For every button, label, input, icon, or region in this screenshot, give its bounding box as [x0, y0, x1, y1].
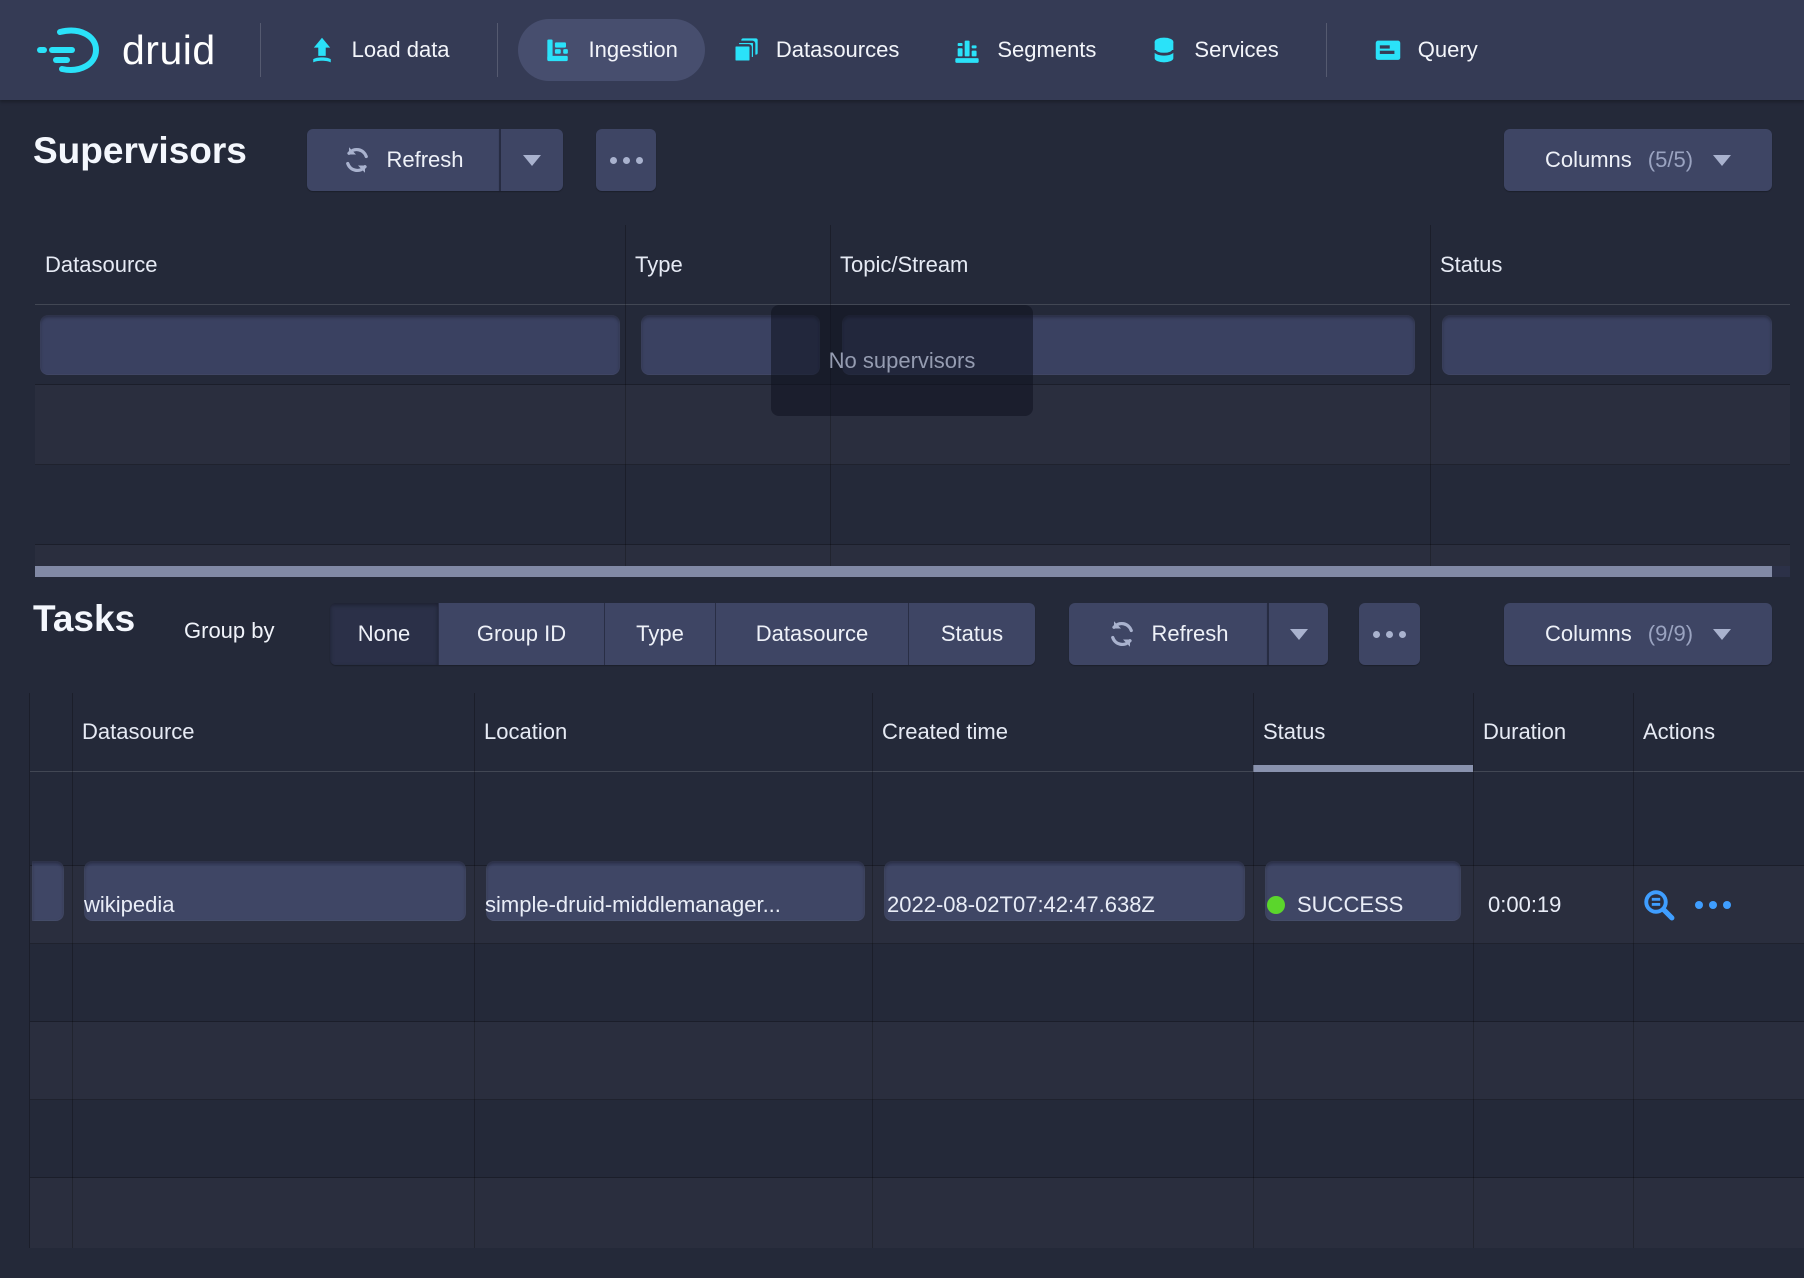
- column-header-duration[interactable]: Duration: [1473, 693, 1633, 771]
- services-icon: [1150, 36, 1178, 64]
- supervisors-refresh-split-button: Refresh: [307, 129, 563, 191]
- nav-item-label: Load data: [352, 37, 450, 63]
- nav-item-label: Datasources: [776, 37, 900, 63]
- chevron-down-icon: [1713, 155, 1731, 166]
- column-header-datasource[interactable]: Datasource: [72, 693, 474, 771]
- columns-count: (9/9): [1648, 621, 1693, 647]
- column-header-datasource[interactable]: Datasource: [35, 225, 625, 304]
- tasks-more-button[interactable]: [1359, 603, 1420, 665]
- columns-label: Columns: [1545, 621, 1632, 647]
- nav-divider: [1326, 23, 1327, 77]
- filter-input-status[interactable]: [1442, 315, 1772, 375]
- task-datasource: wikipedia: [84, 866, 464, 943]
- column-header-status[interactable]: Status: [1253, 693, 1473, 771]
- refresh-dropdown-button[interactable]: [1267, 603, 1328, 665]
- group-by-status-button[interactable]: Status: [908, 603, 1035, 665]
- no-supervisors-message: No supervisors: [771, 305, 1033, 416]
- segments-icon: [953, 36, 981, 64]
- filter-input-datasource[interactable]: [40, 315, 620, 375]
- group-by-group-id-button[interactable]: Group ID: [438, 603, 604, 665]
- nav-item-label: Query: [1418, 37, 1478, 63]
- refresh-icon: [1107, 619, 1137, 649]
- column-header-location[interactable]: Location: [474, 693, 872, 771]
- empty-table-row: [30, 1022, 1804, 1100]
- status-success-dot: [1267, 896, 1285, 914]
- logo-wordmark: druid: [122, 27, 216, 74]
- tasks-columns-button[interactable]: Columns (9/9): [1504, 603, 1772, 665]
- status-label: SUCCESS: [1297, 892, 1403, 918]
- group-by-label: Group by: [184, 618, 275, 644]
- empty-table-row: [30, 1100, 1804, 1178]
- supervisors-columns-button[interactable]: Columns (5/5): [1504, 129, 1772, 191]
- nav-item-label: Services: [1194, 37, 1278, 63]
- task-detail-magnifier-icon[interactable]: [1641, 887, 1677, 923]
- task-status: SUCCESS: [1267, 866, 1467, 943]
- columns-count: (5/5): [1648, 147, 1693, 173]
- supervisors-more-button[interactable]: [596, 129, 656, 191]
- horizontal-scrollbar-track: [35, 566, 1790, 577]
- chevron-down-icon: [523, 155, 541, 166]
- more-icon: [607, 157, 646, 164]
- task-created-time: 2022-08-02T07:42:47.638Z: [887, 866, 1247, 943]
- columns-label: Columns: [1545, 147, 1632, 173]
- refresh-button[interactable]: Refresh: [1069, 603, 1267, 665]
- nav-item-label: Ingestion: [589, 37, 678, 63]
- sort-indicator: [1253, 765, 1473, 772]
- nav-item-query[interactable]: Query: [1347, 19, 1505, 81]
- group-by-type-button[interactable]: Type: [604, 603, 715, 665]
- nav-item-datasources[interactable]: Datasources: [705, 19, 927, 81]
- query-icon: [1374, 36, 1402, 64]
- nav-item-segments[interactable]: Segments: [926, 19, 1123, 81]
- nav-divider: [260, 23, 261, 77]
- group-by-button-group: None Group ID Type Datasource Status: [330, 603, 1035, 665]
- horizontal-scrollbar-thumb[interactable]: [35, 566, 1772, 577]
- more-icon: [1370, 631, 1409, 638]
- nav-item-ingestion[interactable]: Ingestion: [518, 19, 705, 81]
- task-location: simple-druid-middlemanager...: [485, 866, 863, 943]
- refresh-label: Refresh: [1151, 621, 1228, 647]
- nav-divider: [497, 23, 498, 77]
- tasks-filter-row: [30, 772, 1804, 866]
- column-header-actions[interactable]: Actions: [1633, 693, 1804, 771]
- refresh-label: Refresh: [386, 147, 463, 173]
- tasks-table: Datasource Location Created time Status …: [29, 693, 1804, 1248]
- column-header-topic-stream[interactable]: Topic/Stream: [830, 225, 1430, 304]
- nav-item-services[interactable]: Services: [1123, 19, 1305, 81]
- refresh-dropdown-button[interactable]: [499, 129, 563, 191]
- chevron-down-icon: [1713, 629, 1731, 640]
- chevron-down-icon: [1290, 629, 1308, 640]
- column-header-created-time[interactable]: Created time: [872, 693, 1253, 771]
- group-by-none-button[interactable]: None: [330, 603, 438, 665]
- supervisors-table: Datasource Type Topic/Stream Status No s…: [35, 225, 1790, 577]
- group-by-datasource-button[interactable]: Datasource: [715, 603, 908, 665]
- druid-logo-icon: [36, 25, 110, 75]
- nav-item-load-data[interactable]: Load data: [281, 19, 477, 81]
- tasks-title: Tasks: [33, 598, 135, 640]
- empty-table-row: [35, 545, 1790, 566]
- task-actions-more-icon[interactable]: [1692, 901, 1734, 909]
- empty-table-row: [30, 944, 1804, 1022]
- top-navbar: druid Load data Ingestion Datasources: [0, 0, 1804, 100]
- ingestion-icon: [545, 36, 573, 64]
- druid-logo[interactable]: druid: [36, 25, 216, 75]
- empty-table-row: [35, 465, 1790, 545]
- supervisors-title: Supervisors: [33, 130, 247, 172]
- refresh-icon: [342, 145, 372, 175]
- empty-table-row: [30, 1178, 1804, 1248]
- column-header-type[interactable]: Type: [625, 225, 830, 304]
- task-row-wikipedia[interactable]: wikipedia simple-druid-middlemanager... …: [30, 866, 1804, 944]
- column-header-status[interactable]: Status: [1430, 225, 1790, 304]
- upload-icon: [308, 36, 336, 64]
- refresh-button[interactable]: Refresh: [307, 129, 499, 191]
- task-duration: 0:00:19: [1488, 866, 1628, 943]
- nav-item-label: Segments: [997, 37, 1096, 63]
- tasks-refresh-split-button: Refresh: [1069, 603, 1328, 665]
- tasks-table-header: Datasource Location Created time Status …: [30, 693, 1804, 772]
- supervisors-table-header: Datasource Type Topic/Stream Status: [35, 225, 1790, 305]
- datasources-icon: [732, 36, 760, 64]
